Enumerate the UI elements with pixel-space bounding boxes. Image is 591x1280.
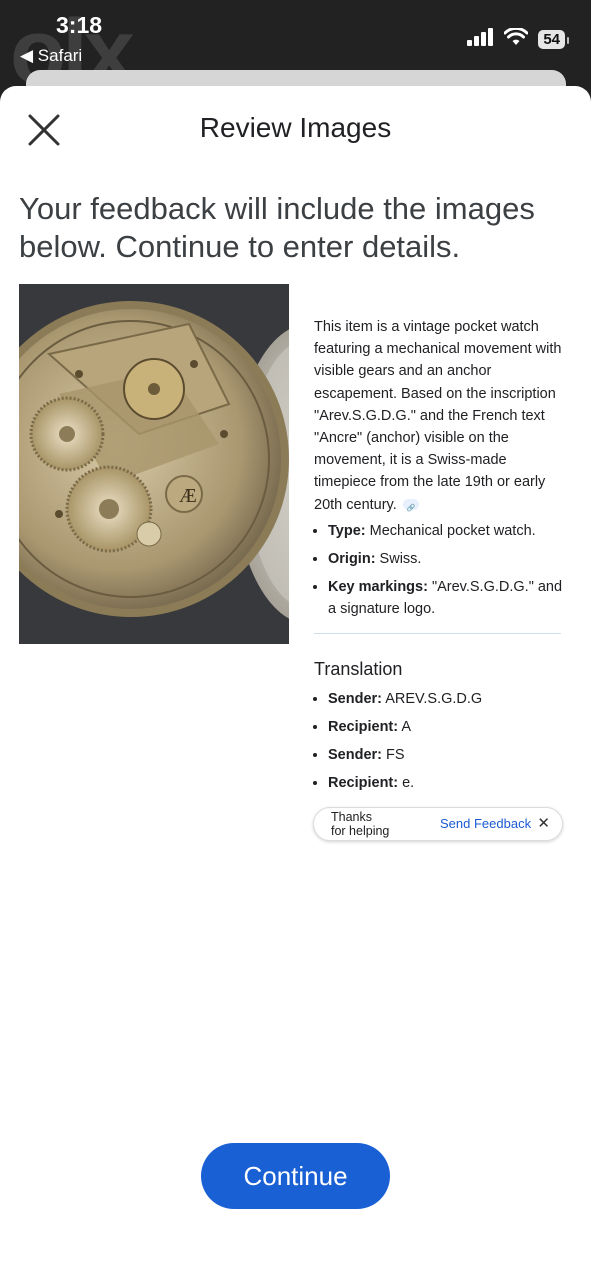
send-feedback-link[interactable]: Send Feedback (440, 816, 531, 831)
battery-icon: 54 (538, 30, 569, 49)
list-item: Recipient: e. (328, 772, 569, 794)
cellular-signal-icon (467, 28, 494, 51)
feedback-headline: Your feedback will include the images be… (19, 191, 535, 264)
translation-list: Sender: AREV.S.G.D.G Recipient: A Sender… (314, 688, 569, 795)
status-icons: 54 (467, 26, 569, 51)
translation-label: Recipient: (328, 719, 399, 736)
thanks-line: for helping (331, 824, 390, 838)
review-images-sheet: Review Images Your feedback will include… (0, 86, 591, 1280)
translation-label: Sender: (328, 747, 382, 764)
sheet-title: Review Images (199, 112, 392, 143)
list-item: Key markings: "Arev.S.G.D.G." and a sign… (328, 576, 569, 620)
item-description: This item is a vintage pocket watch feat… (314, 316, 569, 520)
translation-label: Recipient: (328, 775, 399, 792)
list-item: Origin: Swiss. (328, 548, 569, 570)
translation-label: Sender: (328, 690, 382, 707)
pocket-watch-photo: Æ (19, 284, 289, 644)
thanks-line: Thanks (331, 810, 372, 824)
detail-label: Type: (328, 522, 366, 539)
list-item: Recipient: A (328, 716, 569, 738)
section-divider (314, 632, 561, 634)
list-item: Sender: AREV.S.G.D.G (328, 688, 569, 710)
source-link-icon[interactable] (402, 498, 419, 520)
translation-value: A (398, 719, 411, 736)
wifi-icon (503, 26, 529, 51)
translation-heading: Translation (314, 658, 403, 679)
ai-description-panel: This item is a vintage pocket watch feat… (314, 316, 569, 801)
item-description-text: This item is a vintage pocket watch feat… (314, 319, 562, 513)
thanks-text: Thanks for helping (331, 810, 389, 838)
svg-text:Æ: Æ (179, 485, 197, 507)
list-item: Sender: FS (328, 744, 569, 766)
detail-value: Swiss. (375, 551, 422, 568)
detail-label: Origin: (328, 551, 376, 568)
translation-value: FS (382, 747, 405, 764)
back-to-safari-link[interactable]: ◀ Safari (20, 46, 82, 66)
continue-button[interactable]: Continue (201, 1143, 390, 1209)
feedback-pill: Thanks for helping Send Feedback ✕ (313, 807, 563, 841)
detail-label: Key markings: (328, 579, 428, 596)
details-list: Type: Mechanical pocket watch. Origin: S… (314, 520, 569, 621)
list-item: Type: Mechanical pocket watch. (328, 520, 569, 542)
detail-value: Mechanical pocket watch. (365, 522, 536, 539)
dismiss-feedback-close-icon[interactable]: ✕ (537, 814, 550, 832)
status-time: 3:18 (56, 12, 103, 38)
translation-value: AREV.S.G.D.G (382, 690, 483, 707)
translation-value: e. (398, 775, 415, 792)
